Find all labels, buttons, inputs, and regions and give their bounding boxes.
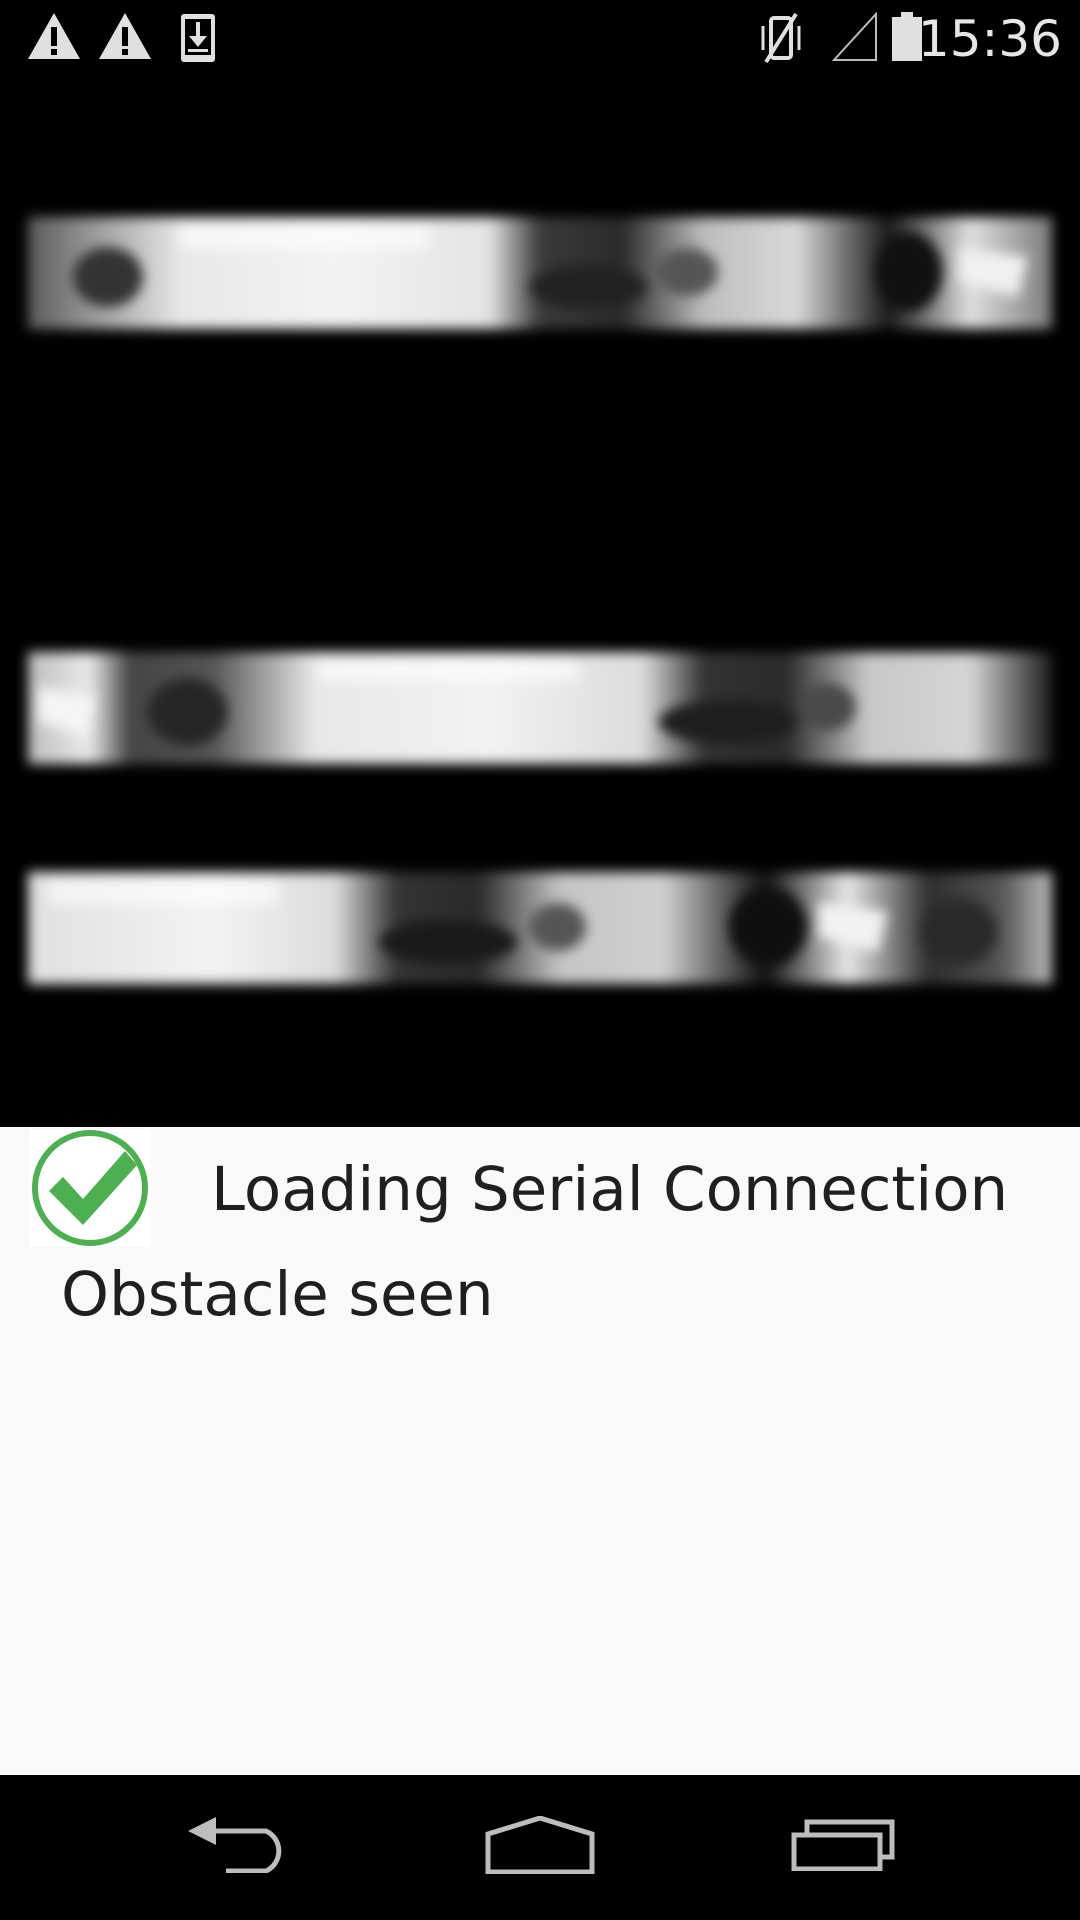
warning-icon	[26, 10, 82, 67]
check-circle-icon	[29, 1129, 151, 1247]
back-button[interactable]	[139, 1775, 339, 1920]
download-icon	[178, 12, 218, 69]
navigation-bar	[0, 1775, 1080, 1920]
recent-apps-icon	[791, 1819, 895, 1876]
detection-message: Obstacle seen	[61, 1259, 494, 1330]
camera-preview	[0, 75, 1080, 1127]
signal-icon	[831, 11, 878, 67]
status-time: 15:36	[917, 10, 1062, 68]
warning-icon	[97, 10, 153, 67]
camera-strip-1	[28, 217, 1052, 329]
screen: 15:36 Loading Serial Connection Obstacle…	[0, 0, 1080, 1920]
recent-apps-button[interactable]	[743, 1775, 943, 1920]
camera-strip-3	[28, 872, 1052, 984]
status-message: Loading Serial Connection	[211, 1154, 1009, 1225]
back-icon	[186, 1817, 292, 1878]
vibrate-off-icon	[758, 12, 804, 69]
status-bar: 15:36	[0, 0, 1080, 75]
home-button[interactable]	[440, 1775, 640, 1920]
home-icon	[484, 1815, 596, 1879]
camera-strip-2	[28, 652, 1052, 764]
